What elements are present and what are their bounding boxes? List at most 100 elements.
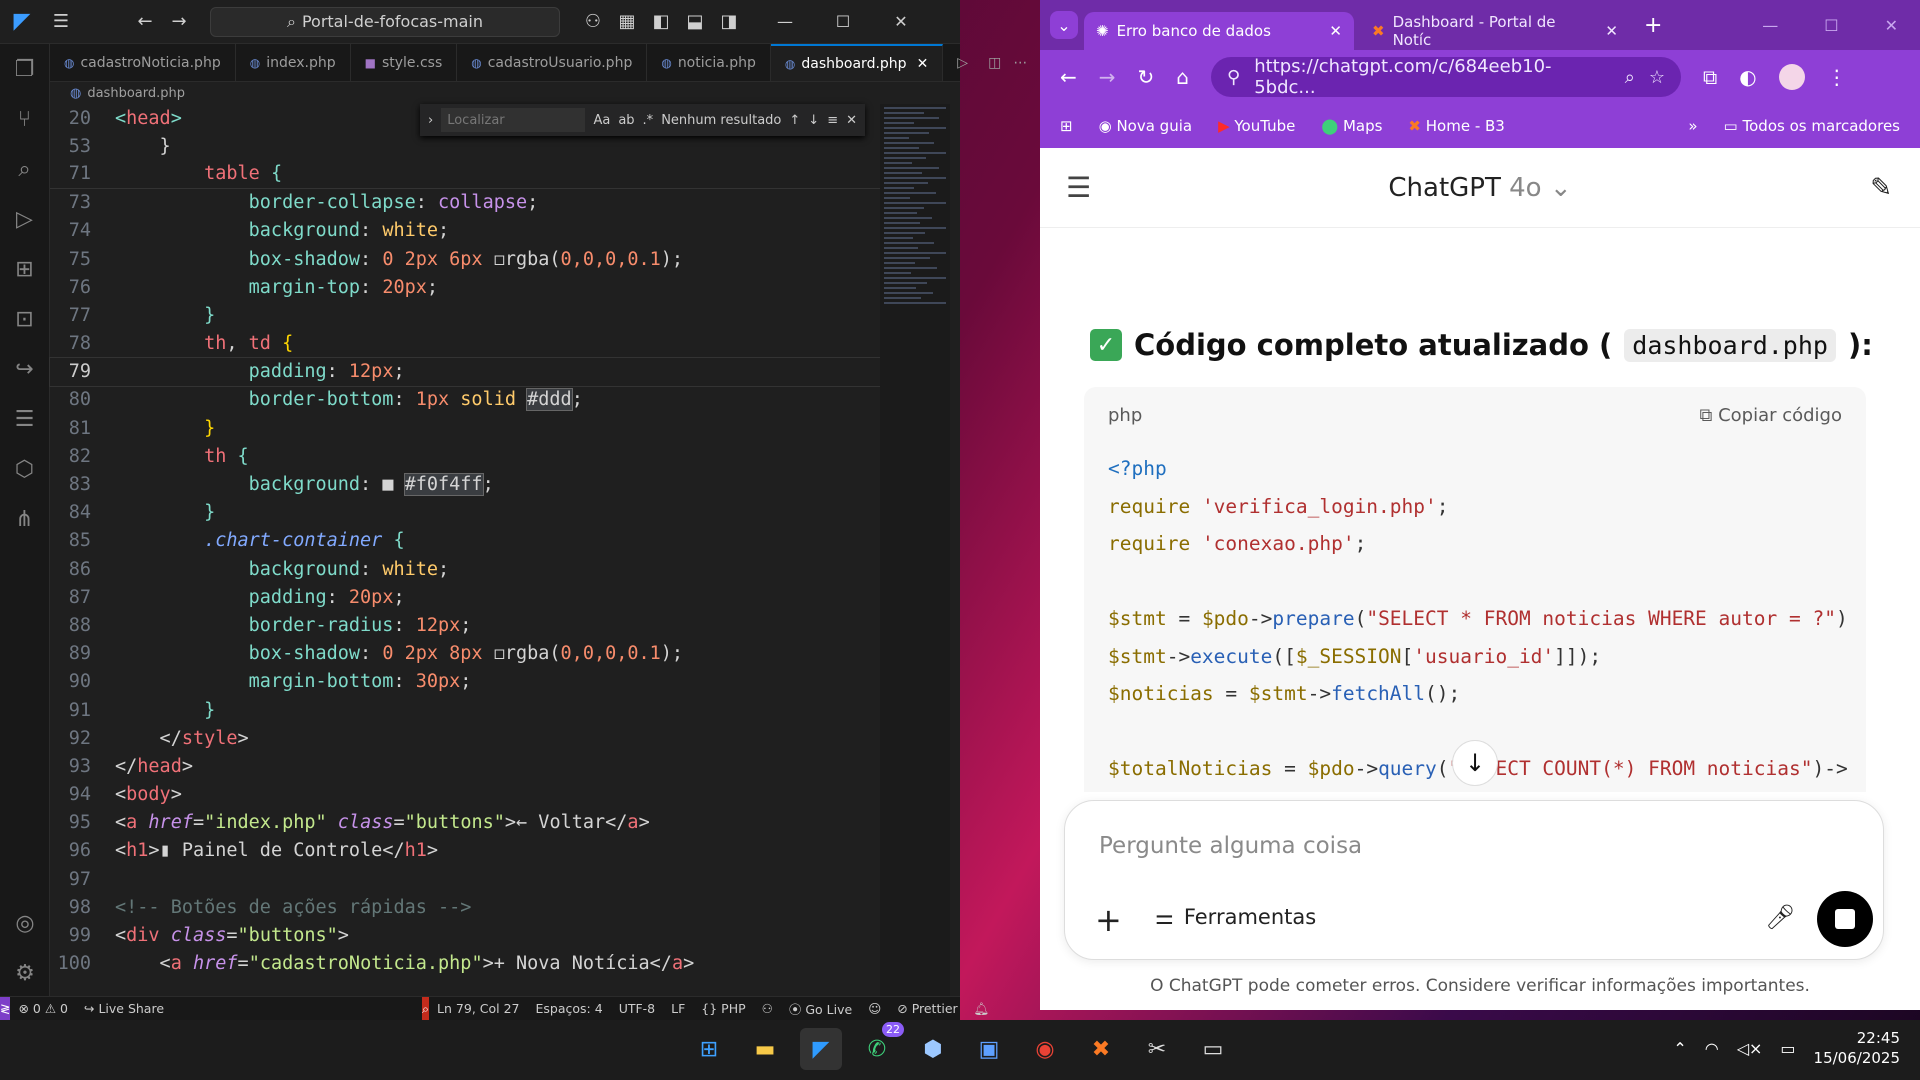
new-tab-icon[interactable]: + (1644, 13, 1662, 38)
more-actions-icon[interactable]: ⋯ (1007, 44, 1033, 81)
clock[interactable]: 22:45 15/06/2025 (1814, 1028, 1900, 1068)
menu-icon[interactable]: ☰ (44, 11, 78, 32)
source-control-icon[interactable]: ⑂ (0, 94, 49, 144)
tools-button[interactable]: ⚌ Ferramentas (1155, 905, 1316, 929)
live-share-icon[interactable]: ↪ (0, 344, 49, 394)
tab-index[interactable]: ◍ index.php (236, 44, 351, 81)
cursor-position[interactable]: Ln 79, Col 27 (429, 1001, 527, 1016)
chrome-menu-icon[interactable]: ⋮ (1827, 65, 1847, 89)
copy-code-button[interactable]: ⧉ Copiar código (1699, 405, 1842, 426)
close-tab-icon[interactable]: ✕ (1329, 22, 1342, 40)
more-bookmarks-icon[interactable]: » (1688, 117, 1697, 135)
back-arrow-icon[interactable]: ← (128, 11, 162, 32)
minimap[interactable] (880, 104, 950, 996)
graph-icon[interactable]: ⋔ (0, 494, 49, 544)
close-window-icon[interactable]: ✕ (1885, 16, 1898, 35)
microphone-icon[interactable]: 🎤︎ (1765, 903, 1795, 931)
zoom-icon[interactable]: ⌕ (1625, 67, 1635, 88)
tab-style[interactable]: ■ style.css (351, 44, 458, 81)
database-icon[interactable]: ☰ (0, 394, 49, 444)
maximize-icon[interactable]: ☐ (814, 12, 872, 31)
sidebar-toggle-icon[interactable]: ☰ (1066, 171, 1091, 204)
prettier-status[interactable]: ⊘ Prettier (889, 1001, 965, 1016)
indentation-status[interactable]: Espaços: 4 (528, 1001, 611, 1016)
home-icon[interactable]: ⌂ (1176, 65, 1189, 89)
close-tab-icon[interactable]: ✕ (917, 56, 929, 72)
vscode-taskbar-icon[interactable]: ◤ (800, 1028, 842, 1070)
close-tab-icon[interactable]: ✕ (1605, 22, 1618, 40)
command-center-search[interactable]: ⌕ Portal-de-fofocas-main (210, 6, 560, 37)
all-bookmarks-folder[interactable]: ▭ Todos os marcadores (1724, 117, 1900, 135)
minimize-icon[interactable]: — (756, 12, 814, 31)
settings-gear-icon[interactable]: ⚙ (0, 948, 50, 998)
toggle-secondary-sidebar-icon[interactable]: ◨ (712, 11, 746, 32)
notifications-bell-icon[interactable]: 🔔︎ (966, 1001, 998, 1017)
add-attachment-icon[interactable]: + (1095, 901, 1122, 939)
chrome-taskbar-icon[interactable]: ◉ (1024, 1028, 1066, 1070)
find-input[interactable]: Localizar (441, 108, 586, 132)
toggle-replace-icon[interactable]: › (428, 113, 433, 128)
scroll-to-bottom-button[interactable]: ↓ (1452, 740, 1498, 786)
close-icon[interactable]: ✕ (872, 12, 930, 31)
chrome-tab-active[interactable]: ✺ Erro banco de dados ✕ (1084, 12, 1354, 50)
extensions-icon[interactable]: ⊞ (0, 244, 49, 294)
xampp-taskbar-icon[interactable]: ✖ (1080, 1028, 1122, 1070)
match-case-toggle[interactable]: Aa (593, 113, 610, 128)
search-status-icon[interactable]: ⌕ (422, 996, 430, 1021)
site-info-icon[interactable]: ⚲ (1227, 67, 1240, 88)
chrome-tab[interactable]: ✖ Dashboard - Portal de Notíc ✕ (1360, 12, 1630, 50)
volume-muted-icon[interactable]: ◁× (1737, 1039, 1763, 1058)
battery-icon[interactable]: ▭ (1780, 1039, 1795, 1058)
apps-grid-icon[interactable]: ⊞ (1060, 117, 1073, 135)
toggle-panel-icon[interactable]: ⬓ (678, 11, 712, 32)
package-icon[interactable]: ⬡ (0, 444, 49, 494)
show-hidden-icons-icon[interactable]: ⌃ (1673, 1039, 1686, 1058)
new-chat-icon[interactable]: ✎ (1870, 173, 1892, 203)
toggle-sidebar-icon[interactable]: ◧ (644, 11, 678, 32)
reload-icon[interactable]: ↻ (1138, 65, 1155, 89)
remote-indicator-icon[interactable]: ≷ (0, 996, 11, 1021)
account-icon[interactable]: ◎ (0, 898, 50, 948)
run-debug-icon[interactable]: ▷ (0, 194, 49, 244)
copilot-status-icon[interactable]: ⚇ (754, 1001, 781, 1016)
bot-icon[interactable]: ☺ (860, 1001, 889, 1016)
find-in-selection-icon[interactable]: ≡ (827, 113, 838, 128)
command-prompt-icon[interactable]: ▭ (1192, 1028, 1234, 1070)
explorer-icon[interactable]: ❐ (0, 44, 49, 94)
maximize-icon[interactable]: ☐ (1824, 16, 1838, 35)
go-live-button[interactable]: ⦿ Go Live (781, 999, 860, 1018)
model-selector[interactable]: ChatGPT 4o ⌄ (1388, 173, 1571, 203)
extensions-icon[interactable]: ⧉ (1703, 65, 1717, 89)
regex-toggle[interactable]: .* (643, 113, 654, 128)
live-share-status[interactable]: ↪ Live Share (76, 1001, 172, 1016)
snipping-tool-icon[interactable]: ✂ (1136, 1028, 1178, 1070)
language-mode[interactable]: {} PHP (693, 1001, 753, 1016)
prompt-input[interactable]: Pergunte alguma coisa (1099, 833, 1362, 859)
address-bar[interactable]: ⚲ https://chatgpt.com/c/684eeb10-5bdc...… (1211, 56, 1681, 98)
code-editor[interactable]: 20 <head> 53 } 71 table { 73 border-colla… (49, 104, 881, 996)
tab-search-chevron-icon[interactable]: ⌄ (1050, 11, 1078, 39)
close-find-icon[interactable]: ✕ (846, 113, 857, 128)
bookmark-maps[interactable]: ⬤ Maps (1321, 117, 1382, 135)
copilot-icon[interactable]: ⚇ (576, 11, 610, 32)
terminal-app-icon[interactable]: ▣ (968, 1028, 1010, 1070)
bookmark-b3[interactable]: ✖ Home - B3 (1408, 117, 1504, 135)
breadcrumb[interactable]: ◍ dashboard.php (50, 82, 185, 104)
layout-icon[interactable]: ▦ (610, 11, 644, 32)
split-editor-icon[interactable]: ◫ (982, 44, 1007, 81)
tab-dashboard[interactable]: ◍ dashboard.php ✕ (770, 44, 944, 81)
previous-match-icon[interactable]: ↑ (789, 113, 800, 128)
file-explorer-icon[interactable]: ▬ (744, 1028, 786, 1070)
back-icon[interactable]: ← (1060, 65, 1077, 89)
eol-status[interactable]: LF (663, 1001, 693, 1016)
forward-icon[interactable]: → (1099, 65, 1116, 89)
stop-button[interactable] (1817, 891, 1873, 947)
start-windows-icon[interactable]: ⊞ (688, 1028, 730, 1070)
wifi-icon[interactable]: ◠ (1705, 1039, 1719, 1058)
encoding-status[interactable]: UTF-8 (611, 1001, 663, 1016)
bookmark-youtube[interactable]: ▶ YouTube (1218, 117, 1295, 135)
forward-arrow-icon[interactable]: → (162, 11, 196, 32)
bookmark-nova-guia[interactable]: ◉ Nova guia (1099, 117, 1192, 135)
tab-cadastronoticia[interactable]: ◍ cadastroNoticia.php (50, 44, 236, 81)
search-icon[interactable]: ⌕ (0, 144, 49, 194)
